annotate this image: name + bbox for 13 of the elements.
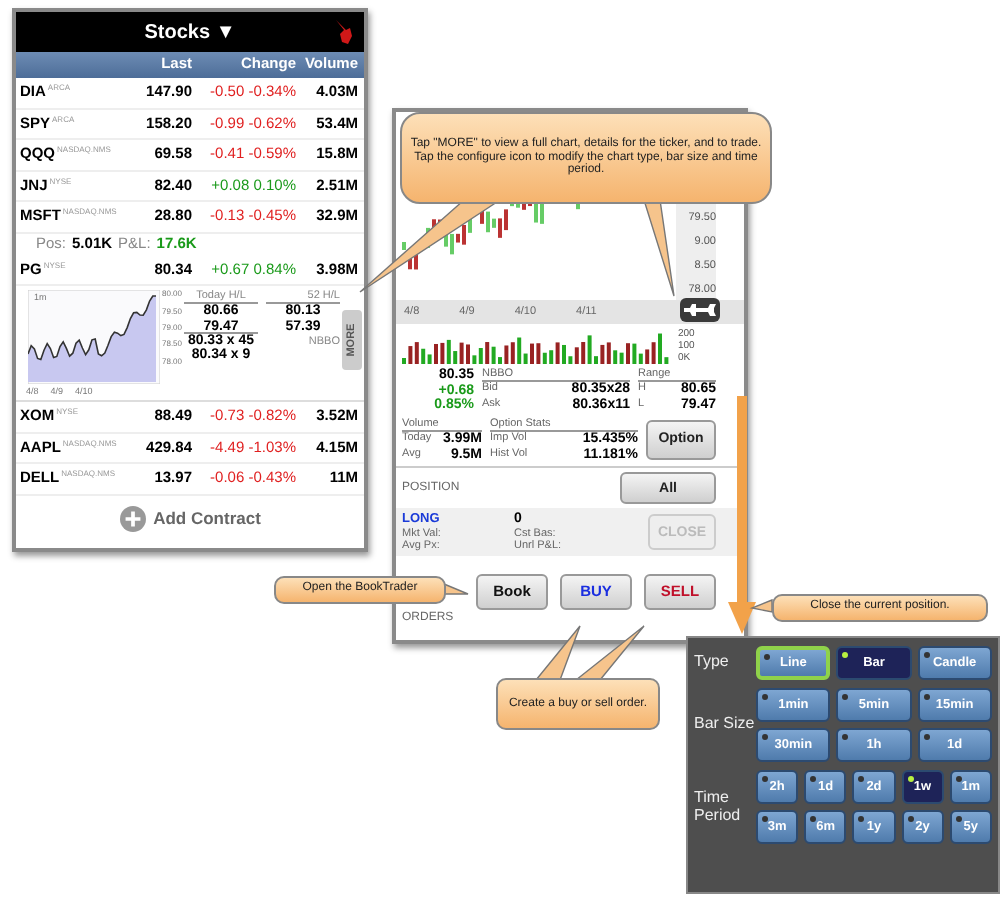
setting-label: Bar Size xyxy=(694,716,756,734)
settings-button[interactable] xyxy=(680,298,720,322)
price-area-chart xyxy=(28,290,160,385)
callout-pointer xyxy=(749,598,773,613)
title-dropdown[interactable]: Stocks ▼ xyxy=(144,21,236,43)
setting-label: Time Period xyxy=(694,789,743,825)
setting-label: Type xyxy=(694,654,731,672)
app-logo-icon xyxy=(334,18,354,46)
callout-pointer xyxy=(643,199,675,297)
add-contract-button[interactable]: Add Contract xyxy=(119,505,261,532)
down-arrow-icon xyxy=(728,396,756,636)
plus-icon xyxy=(119,505,146,532)
wrench-icon xyxy=(684,302,716,318)
